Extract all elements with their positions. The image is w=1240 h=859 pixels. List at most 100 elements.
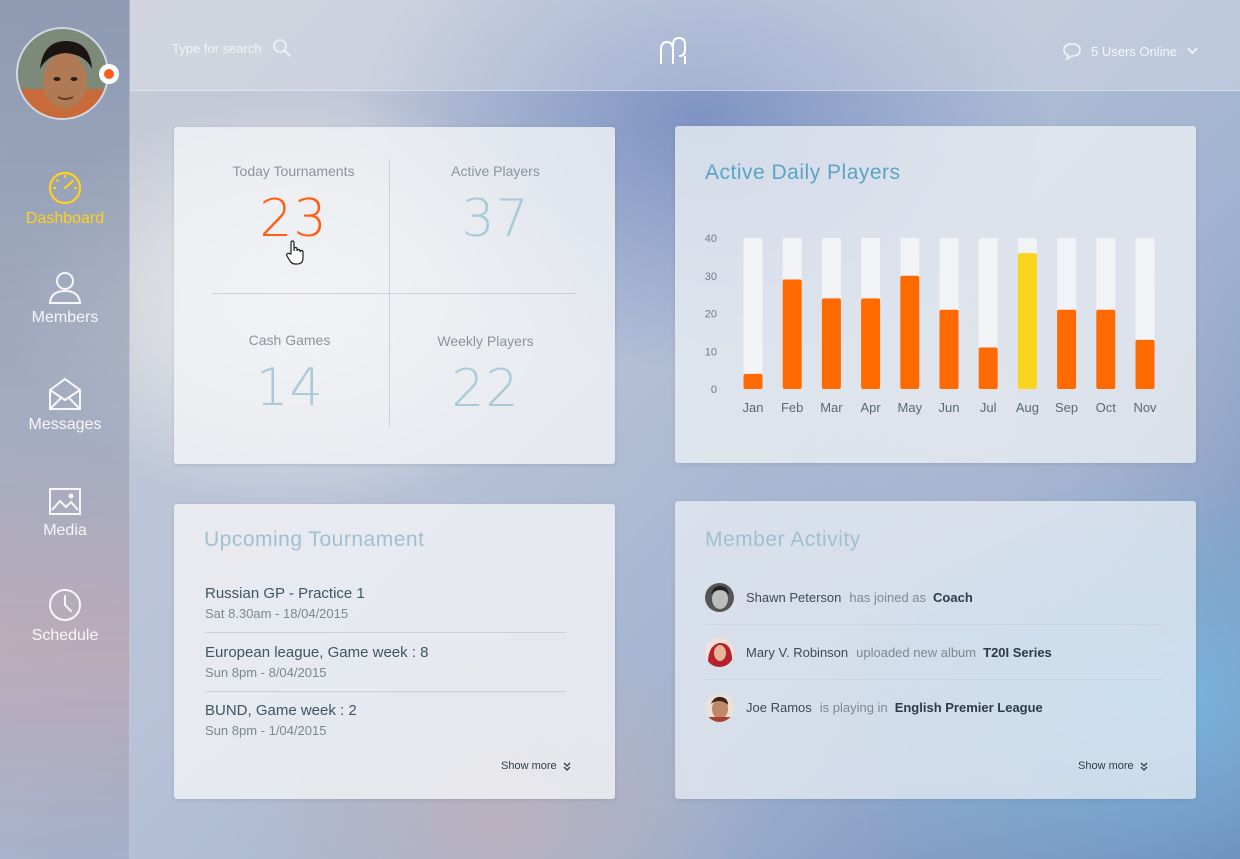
list-item[interactable]: BUND, Game week : 2 Sun 8pm - 1/04/2015 (205, 702, 566, 738)
avatar-photo (705, 638, 734, 667)
logo-icon (660, 36, 686, 64)
card-title: Upcoming Tournament (204, 528, 425, 551)
app-logo[interactable] (657, 36, 691, 71)
sidebar-item-media[interactable]: Media (0, 486, 130, 540)
bar-oct[interactable] (1096, 309, 1116, 389)
sidebar-item-dashboard[interactable]: Dashboard (0, 170, 130, 228)
x-tick-label: Sep (1055, 400, 1078, 415)
chevron-down-icon (1187, 47, 1198, 55)
sidebar-item-members[interactable]: Members (0, 269, 130, 327)
speedometer-icon (48, 171, 82, 205)
stat-label: Weekly Players (437, 333, 534, 349)
double-chevron-down-icon (1140, 762, 1148, 771)
member-name[interactable]: Shawn Peterson (746, 590, 841, 605)
member-activity-card: Member Activity Shawn Peterson has joine… (675, 501, 1196, 799)
divider (705, 624, 1165, 625)
x-tick-label: Jan (743, 400, 764, 415)
y-tick-label: 30 (705, 271, 717, 283)
tournament-name: BUND, Game week : 2 (205, 702, 357, 719)
show-more-button[interactable]: Show more (1078, 760, 1148, 772)
list-item[interactable]: Mary V. Robinson uploaded new album T20I… (705, 638, 1052, 667)
hand-cursor-icon (286, 240, 304, 265)
tournament-name: European league, Game week : 8 (205, 644, 429, 661)
chat-icon (1063, 43, 1081, 60)
divider (205, 691, 566, 692)
bar-chart: 40 30 20 10 0 Jan Feb Mar Apr May Jun Jul Aug Sep Oct N… (705, 233, 1157, 415)
avatar-photo (705, 693, 734, 722)
member-name[interactable]: Joe Ramos (746, 700, 812, 715)
stat-active-players[interactable]: Active Players 37 (388, 163, 603, 249)
tournament-date: Sun 8pm - 1/04/2015 (205, 723, 327, 738)
search-icon[interactable] (272, 38, 292, 58)
stat-label: Active Players (451, 163, 540, 179)
user-icon (48, 272, 82, 304)
bar-nov[interactable] (1135, 339, 1155, 389)
bar-mar[interactable] (821, 298, 841, 389)
activity-verb: uploaded new album (856, 645, 977, 660)
search-input[interactable]: Type for search (172, 38, 292, 58)
stat-cash-games[interactable]: Cash Games 14 (182, 332, 397, 418)
top-bar: Type for search 5 Users Online (130, 0, 1240, 91)
stat-label: Today Tournaments (232, 163, 355, 179)
stat-label: Cash Games (248, 332, 331, 348)
x-tick-label: Jul (980, 400, 997, 415)
bar-feb[interactable] (782, 279, 802, 389)
stat-value: 37 (461, 189, 530, 249)
stat-weekly-players[interactable]: Weekly Players 22 (378, 333, 593, 419)
member-avatar (705, 693, 734, 722)
stat-value: 22 (451, 359, 520, 419)
avatar[interactable] (16, 27, 109, 120)
x-tick-label: Jun (939, 400, 960, 415)
image-icon (49, 488, 81, 515)
bar-jun[interactable] (939, 309, 959, 389)
list-item[interactable]: Shawn Peterson has joined as Coach (705, 583, 973, 612)
x-tick-label: Aug (1016, 400, 1039, 415)
x-tick-label: Feb (781, 400, 803, 415)
x-tick-label: Nov (1133, 400, 1157, 415)
sidebar-item-label: Schedule (31, 627, 99, 644)
bar-apr[interactable] (861, 298, 881, 389)
stat-value: 14 (255, 358, 324, 418)
avatar-photo (18, 29, 107, 118)
online-status-dot (99, 64, 119, 84)
member-name[interactable]: Mary V. Robinson (746, 645, 848, 660)
activity-target[interactable]: English Premier League (895, 700, 1043, 715)
tournament-name: Russian GP - Practice 1 (205, 585, 365, 602)
y-tick-label: 0 (711, 384, 717, 396)
divider (205, 632, 566, 633)
card-title: Member Activity (705, 528, 861, 551)
x-tick-label: May (898, 400, 923, 415)
clock-icon (49, 589, 81, 621)
bar-jan[interactable] (743, 373, 763, 389)
sidebar-item-messages[interactable]: Messages (0, 376, 130, 434)
stats-card: Today Tournaments 23 Active Players 37 C… (174, 127, 615, 464)
users-online-dropdown[interactable]: 5 Users Online (1062, 42, 1198, 60)
activity-target[interactable]: T20I Series (983, 645, 1052, 660)
sidebar-item-label: Dashboard (25, 210, 105, 227)
y-tick-label: 20 (705, 309, 717, 321)
activity-verb: has joined as (849, 590, 927, 605)
sidebar-item-label: Messages (28, 416, 102, 433)
sidebar-item-label: Members (31, 309, 99, 326)
x-tick-label: Apr (860, 400, 881, 415)
list-item[interactable]: Russian GP - Practice 1 Sat 8.30am - 18/… (205, 585, 566, 621)
search-placeholder: Type for search (172, 40, 262, 56)
show-more-button[interactable]: Show more (501, 760, 571, 772)
activity-verb: is playing in (819, 700, 888, 715)
bar-jul[interactable] (978, 347, 998, 389)
bar-sep[interactable] (1057, 309, 1077, 389)
bar-aug[interactable] (1017, 253, 1037, 389)
x-tick-label: Mar (820, 400, 843, 415)
list-item[interactable]: Joe Ramos is playing in English Premier … (705, 693, 1043, 722)
bar-may[interactable] (900, 275, 920, 389)
sidebar-item-schedule[interactable]: Schedule (0, 587, 130, 645)
stat-today-tournaments[interactable]: Today Tournaments 23 (186, 163, 401, 249)
activity-target[interactable]: Coach (933, 590, 973, 605)
chart-title: Active Daily Players (705, 161, 901, 184)
sidebar-item-label: Media (43, 522, 87, 539)
envelope-icon (49, 377, 81, 410)
member-avatar (705, 638, 734, 667)
divider (705, 679, 1165, 680)
list-item[interactable]: European league, Game week : 8 Sun 8pm -… (205, 644, 566, 680)
upcoming-tournament-card: Upcoming Tournament Russian GP - Practic… (174, 504, 615, 799)
